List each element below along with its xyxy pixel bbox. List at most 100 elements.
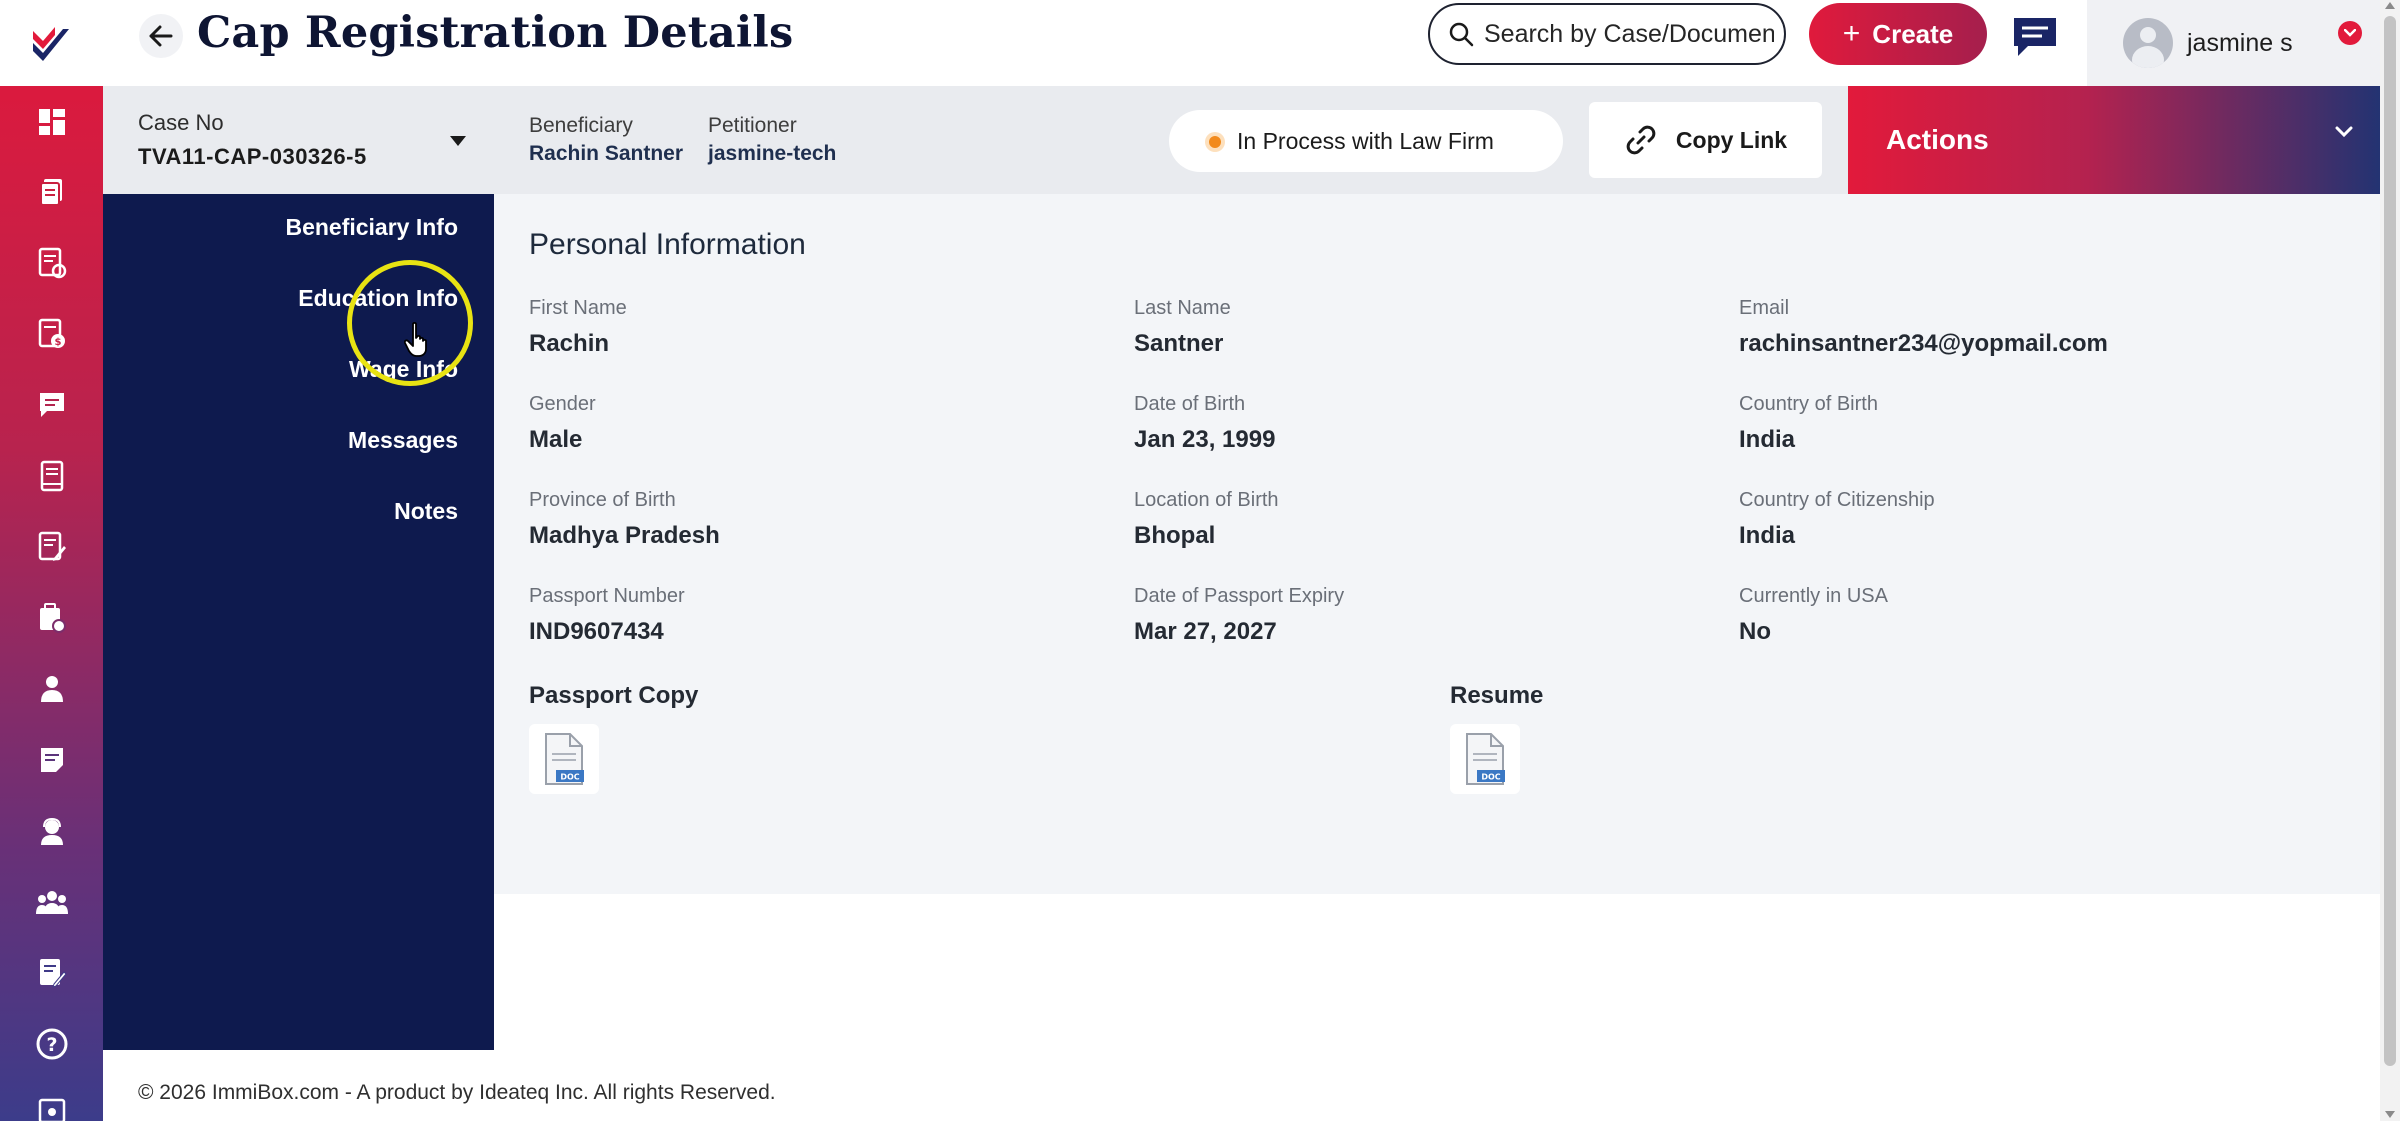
passport-number-label: Passport Number [529, 585, 685, 607]
location-of-birth-label: Location of Birth [1134, 489, 1279, 511]
edit-list-icon [38, 531, 66, 561]
rail-billing[interactable]: $ [0, 304, 103, 364]
user-menu-caret[interactable] [2338, 21, 2362, 45]
case-no-value: TVA11-CAP-030326-5 [138, 144, 367, 169]
rail-help[interactable]: ? [0, 1014, 103, 1074]
gender-label: Gender [529, 393, 596, 415]
petitioner-label: Petitioner [708, 114, 797, 137]
dashboard-icon [38, 109, 65, 135]
scroll-up-arrow-icon[interactable] [2385, 2, 2395, 9]
arrow-left-icon [149, 25, 173, 47]
actions-label: Actions [1886, 124, 1989, 155]
nav-education-info[interactable]: Education Info [298, 285, 458, 312]
scrollbar-thumb[interactable] [2384, 16, 2396, 1066]
page-scrollbar[interactable] [2380, 0, 2400, 1121]
svg-text:DOC: DOC [1481, 773, 1500, 782]
team-icon [35, 891, 68, 914]
nav-messages[interactable]: Messages [348, 427, 458, 454]
first-name-value: Rachin [529, 330, 610, 357]
page-title: Cap Registration Details [197, 8, 794, 58]
forms-icon [38, 247, 66, 279]
nav-notes[interactable]: Notes [394, 498, 458, 525]
beneficiary-label: Beneficiary [529, 114, 633, 137]
scroll-down-arrow-icon[interactable] [2385, 1111, 2395, 1118]
last-name-value: Santner [1134, 330, 1224, 357]
actions-dropdown[interactable]: Actions [1848, 86, 2380, 194]
province-of-birth-value: Madhya Pradesh [529, 522, 720, 549]
support-agent-icon [40, 817, 63, 845]
user-name[interactable]: jasmine s [2187, 29, 2293, 58]
email-label: Email [1739, 297, 1790, 319]
rail-messages[interactable] [0, 375, 103, 435]
case-check-icon [39, 603, 66, 633]
logo-icon [32, 27, 69, 61]
nav-beneficiary-info[interactable]: Beneficiary Info [285, 214, 458, 241]
currently-in-usa-label: Currently in USA [1739, 585, 1888, 607]
back-button[interactable] [139, 14, 183, 58]
rail-calendar[interactable] [0, 1080, 103, 1121]
date-of-birth-label: Date of Birth [1134, 393, 1246, 415]
case-status-badge: In Process with Law Firm [1169, 110, 1563, 172]
currently-in-usa-value: No [1739, 618, 1771, 645]
doc-file-icon: DOC [1466, 733, 1505, 785]
resume-file[interactable]: DOC [1450, 724, 1520, 794]
immibox-logo[interactable] [0, 0, 103, 86]
country-of-birth-label: Country of Birth [1739, 393, 1878, 415]
status-dot-icon [1209, 136, 1221, 148]
resume-title: Resume [1450, 682, 1544, 709]
case-select-dropdown[interactable] [443, 126, 473, 156]
passport-copy-file[interactable]: DOC [529, 724, 599, 794]
edit-document-icon [39, 959, 67, 988]
doc-file-icon: DOC [545, 733, 584, 785]
case-status-text: In Process with Law Firm [1237, 127, 1494, 154]
top-header: Cap Registration Details + Create jasmin… [103, 0, 2400, 86]
section-title: Personal Information [529, 228, 806, 261]
email-value: rachinsantner234@yopmail.com [1739, 330, 2108, 357]
rail-dashboard[interactable] [0, 92, 103, 152]
rail-book[interactable] [0, 446, 103, 506]
nav-wage-info[interactable]: Wage Info [349, 356, 458, 383]
notes-icon [40, 748, 63, 772]
search-input[interactable] [1484, 19, 1774, 49]
passport-number-value: IND9607434 [529, 618, 664, 645]
country-of-citizenship-label: Country of Citizenship [1739, 489, 1935, 511]
rail-documents[interactable] [0, 162, 103, 222]
rail-edit-list[interactable] [0, 517, 103, 577]
caret-down-icon [450, 136, 466, 146]
rail-notes[interactable] [0, 730, 103, 790]
passport-expiry-label: Date of Passport Expiry [1134, 585, 1345, 607]
link-icon [1626, 125, 1656, 155]
copy-link-label: Copy Link [1675, 126, 1788, 153]
help-icon: ? [36, 1028, 67, 1060]
section-nav: Beneficiary Info Education Info Wage Inf… [103, 194, 494, 1050]
person-icon [40, 676, 63, 702]
beneficiary-value: Rachin Santner [529, 142, 684, 165]
location-of-birth-value: Bhopal [1134, 522, 1216, 549]
rail-support-agent[interactable] [0, 801, 103, 861]
create-button-label: Create [1872, 18, 1954, 49]
passport-copy-title: Passport Copy [529, 682, 699, 709]
rail-team[interactable] [0, 872, 103, 932]
last-name-label: Last Name [1134, 297, 1231, 319]
search-box[interactable] [1428, 3, 1786, 65]
country-of-birth-value: India [1739, 426, 1796, 453]
svg-text:$: $ [54, 337, 61, 348]
footer-copyright: © 2026 ImmiBox.com - A product by Ideate… [138, 1081, 776, 1104]
create-button[interactable]: + Create [1809, 3, 1987, 65]
passport-expiry-value: Mar 27, 2027 [1134, 618, 1277, 645]
chat-button[interactable] [2008, 12, 2062, 62]
rail-edit-document[interactable] [0, 943, 103, 1003]
personal-information-panel: Personal Information First Name Rachin L… [494, 194, 2380, 894]
search-icon [1449, 22, 1474, 47]
avatar[interactable] [2123, 18, 2173, 68]
gender-value: Male [529, 426, 583, 453]
rail-person[interactable] [0, 659, 103, 719]
chevron-down-icon [2344, 29, 2356, 37]
user-menu[interactable]: jasmine s [2087, 0, 2400, 86]
copy-link-button[interactable]: Copy Link [1589, 102, 1822, 178]
case-no-label: Case No [138, 110, 224, 135]
rail-case-check[interactable] [0, 588, 103, 648]
case-summary-bar: Case No TVA11-CAP-030326-5 Beneficiary R… [103, 86, 2380, 194]
rail-forms[interactable] [0, 233, 103, 293]
date-of-birth-value: Jan 23, 1999 [1134, 426, 1276, 453]
